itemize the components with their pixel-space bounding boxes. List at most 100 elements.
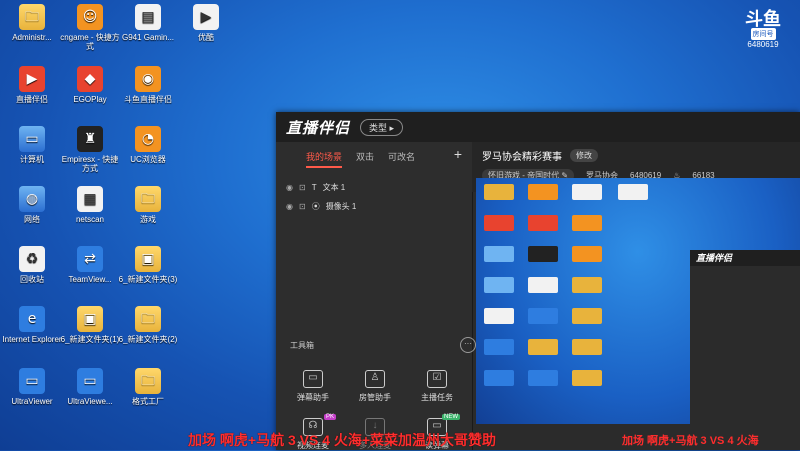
tool-icon: ♙	[365, 370, 385, 388]
desktop-app-icon: 🗀	[19, 4, 45, 30]
desktop-icon[interactable]: ▣ 6_新建文件夹(1)	[60, 306, 120, 344]
preview-desktop-icon	[528, 277, 558, 293]
tab-my-scenes[interactable]: 我的场景	[306, 150, 343, 168]
room-title: 罗马协会精彩赛事	[482, 152, 562, 163]
add-scene-button[interactable]: +	[454, 146, 462, 162]
source-label: 文本 1	[322, 183, 346, 192]
desktop-icon[interactable]: 🗀 游戏	[118, 186, 178, 224]
desktop-app-icon: ▣	[135, 246, 161, 272]
tool-badge: NEW	[442, 414, 460, 420]
desktop-icon[interactable]: e Internet Explorer	[2, 306, 62, 344]
tab-renamable[interactable]: 可改名	[388, 150, 415, 168]
desktop-icon[interactable]: ▶ 直播伴侣	[2, 66, 62, 104]
type-button[interactable]: 类型 ▸	[360, 118, 404, 136]
tab-double-click[interactable]: 双击	[356, 150, 374, 168]
text-icon: T	[311, 183, 317, 192]
desktop-icon[interactable]: 🗀 格式工厂	[118, 368, 178, 406]
desktop-icon-label: UltraViewe...	[67, 397, 113, 406]
desktop-icon[interactable]: ▶ 优酷	[176, 4, 236, 42]
desktop-icon[interactable]: ◔ UC浏览器	[118, 126, 178, 164]
edit-room-button[interactable]: 修改	[570, 149, 598, 162]
camera-icon: ⦿	[311, 202, 320, 211]
preview-desktop-icon	[572, 215, 602, 231]
room-label: 房间号	[750, 28, 776, 40]
preview-desktop-icon	[484, 308, 514, 324]
desktop-icon-label: G941 Gamin...	[121, 33, 175, 42]
toolbox-title: 工具箱	[290, 341, 314, 350]
desktop-app-icon: 🗀	[135, 186, 161, 212]
tool-button[interactable]: ▭ 弹幕助手	[282, 370, 344, 403]
desktop-app-icon: ◍	[19, 186, 45, 212]
preview-desktop-icon	[484, 339, 514, 355]
desktop-app-icon: ▣	[77, 306, 103, 332]
more-tools-button[interactable]: ···	[460, 337, 476, 353]
desktop-icon-label: 优酷	[198, 33, 214, 42]
desktop-icon[interactable]: ▭ 计算机	[2, 126, 62, 164]
app-logo: 直播伴侣	[286, 119, 351, 137]
desktop-icon[interactable]: ▣ 6_新建文件夹(3)	[118, 246, 178, 284]
desktop-app-icon: ▦	[77, 186, 103, 212]
eye-icon[interactable]: ◉	[286, 202, 293, 211]
desktop-icon[interactable]: 🗀 Administr...	[2, 4, 62, 42]
preview-desktop-icon	[572, 339, 602, 355]
desktop-icon-label: UC浏览器	[130, 155, 166, 164]
lock-icon[interactable]: ⊡	[299, 202, 306, 211]
desktop-icon-label: 网络	[24, 215, 40, 224]
desktop-app-icon: ◔	[135, 126, 161, 152]
preview-desktop-icon	[528, 308, 558, 324]
lock-icon[interactable]: ⊡	[299, 183, 306, 192]
tool-label: 弹幕助手	[297, 393, 329, 402]
desktop-app-icon: ▶	[19, 66, 45, 92]
tool-label: 房管助手	[359, 393, 391, 402]
desktop-icon-label: TeamView...	[68, 275, 112, 284]
desktop-icon-label: 6_新建文件夹(2)	[118, 335, 178, 344]
desktop-icon-label: 6_新建文件夹(1)	[60, 335, 120, 344]
source-item[interactable]: ◉ ⊡ T 文本 1	[276, 178, 472, 197]
desktop-icon[interactable]: ◉ 斗鱼直播伴侣	[118, 66, 178, 104]
desktop-icon-label: 游戏	[140, 215, 156, 224]
preview-desktop-icon	[484, 184, 514, 200]
desktop-icon[interactable]: ♻ 回收站	[2, 246, 62, 284]
desktop-icon[interactable]: ▭ UltraViewe...	[60, 368, 120, 406]
desktop-icon-label: 直播伴侣	[16, 95, 48, 104]
preview-window-logo: 直播伴侣	[690, 250, 800, 266]
desktop-icon[interactable]: ♜ Empiresx - 快捷方式	[60, 126, 120, 173]
eye-icon[interactable]: ◉	[286, 183, 293, 192]
douyu-logo: 斗鱼	[745, 9, 781, 29]
desktop-icon-label: Administr...	[12, 33, 52, 42]
desktop-icon-label: 斗鱼直播伴侣	[124, 95, 172, 104]
desktop-icon[interactable]: ⇄ TeamView...	[60, 246, 120, 284]
desktop-icon[interactable]: ◆ EGOPlay	[60, 66, 120, 104]
desktop-app-icon: ▭	[77, 368, 103, 394]
desktop-icon-label: 6_新建文件夹(3)	[118, 275, 178, 284]
desktop-icon-label: UltraViewer	[11, 397, 53, 406]
desktop-icon-label: Internet Explorer	[2, 335, 62, 344]
source-item[interactable]: ◉ ⊡ ⦿ 摄像头 1	[276, 197, 472, 216]
desktop-app-icon: ▤	[135, 4, 161, 30]
preview-desktop-icon	[528, 370, 558, 386]
preview-desktop-icon	[528, 184, 558, 200]
desktop-icon-label: 计算机	[20, 155, 44, 164]
desktop-app-icon: ▭	[19, 126, 45, 152]
tool-button[interactable]: ♙ 房管助手	[344, 370, 406, 403]
tool-button[interactable]: ☑ 主播任务	[406, 370, 468, 403]
desktop-icon[interactable]: ▤ G941 Gamin...	[118, 4, 178, 42]
preview-desktop-icon	[528, 246, 558, 262]
douyu-watermark: 斗鱼 房间号 6480619	[740, 10, 786, 49]
desktop-icon[interactable]: 🗀 6_新建文件夹(2)	[118, 306, 178, 344]
desktop-icon[interactable]: ◍ 网络	[2, 186, 62, 224]
preview-desktop-icon	[572, 246, 602, 262]
desktop-app-icon: ◆	[77, 66, 103, 92]
desktop-icon[interactable]: ▦ netscan	[60, 186, 120, 224]
preview-desktop-icon	[572, 370, 602, 386]
desktop-icon[interactable]: ▭ UltraViewer	[2, 368, 62, 406]
tool-icon: ▭	[303, 370, 323, 388]
preview-desktop-icon	[484, 246, 514, 262]
preview-desktop-icon	[528, 215, 558, 231]
desktop-app-icon: ◉	[135, 66, 161, 92]
preview-desktop-icon	[572, 308, 602, 324]
desktop-icon-label: cngame - 快捷方式	[60, 33, 120, 51]
tool-icon: ☑	[427, 370, 447, 388]
desktop-icon[interactable]: ☺ cngame - 快捷方式	[60, 4, 120, 51]
desktop-app-icon: ▭	[19, 368, 45, 394]
